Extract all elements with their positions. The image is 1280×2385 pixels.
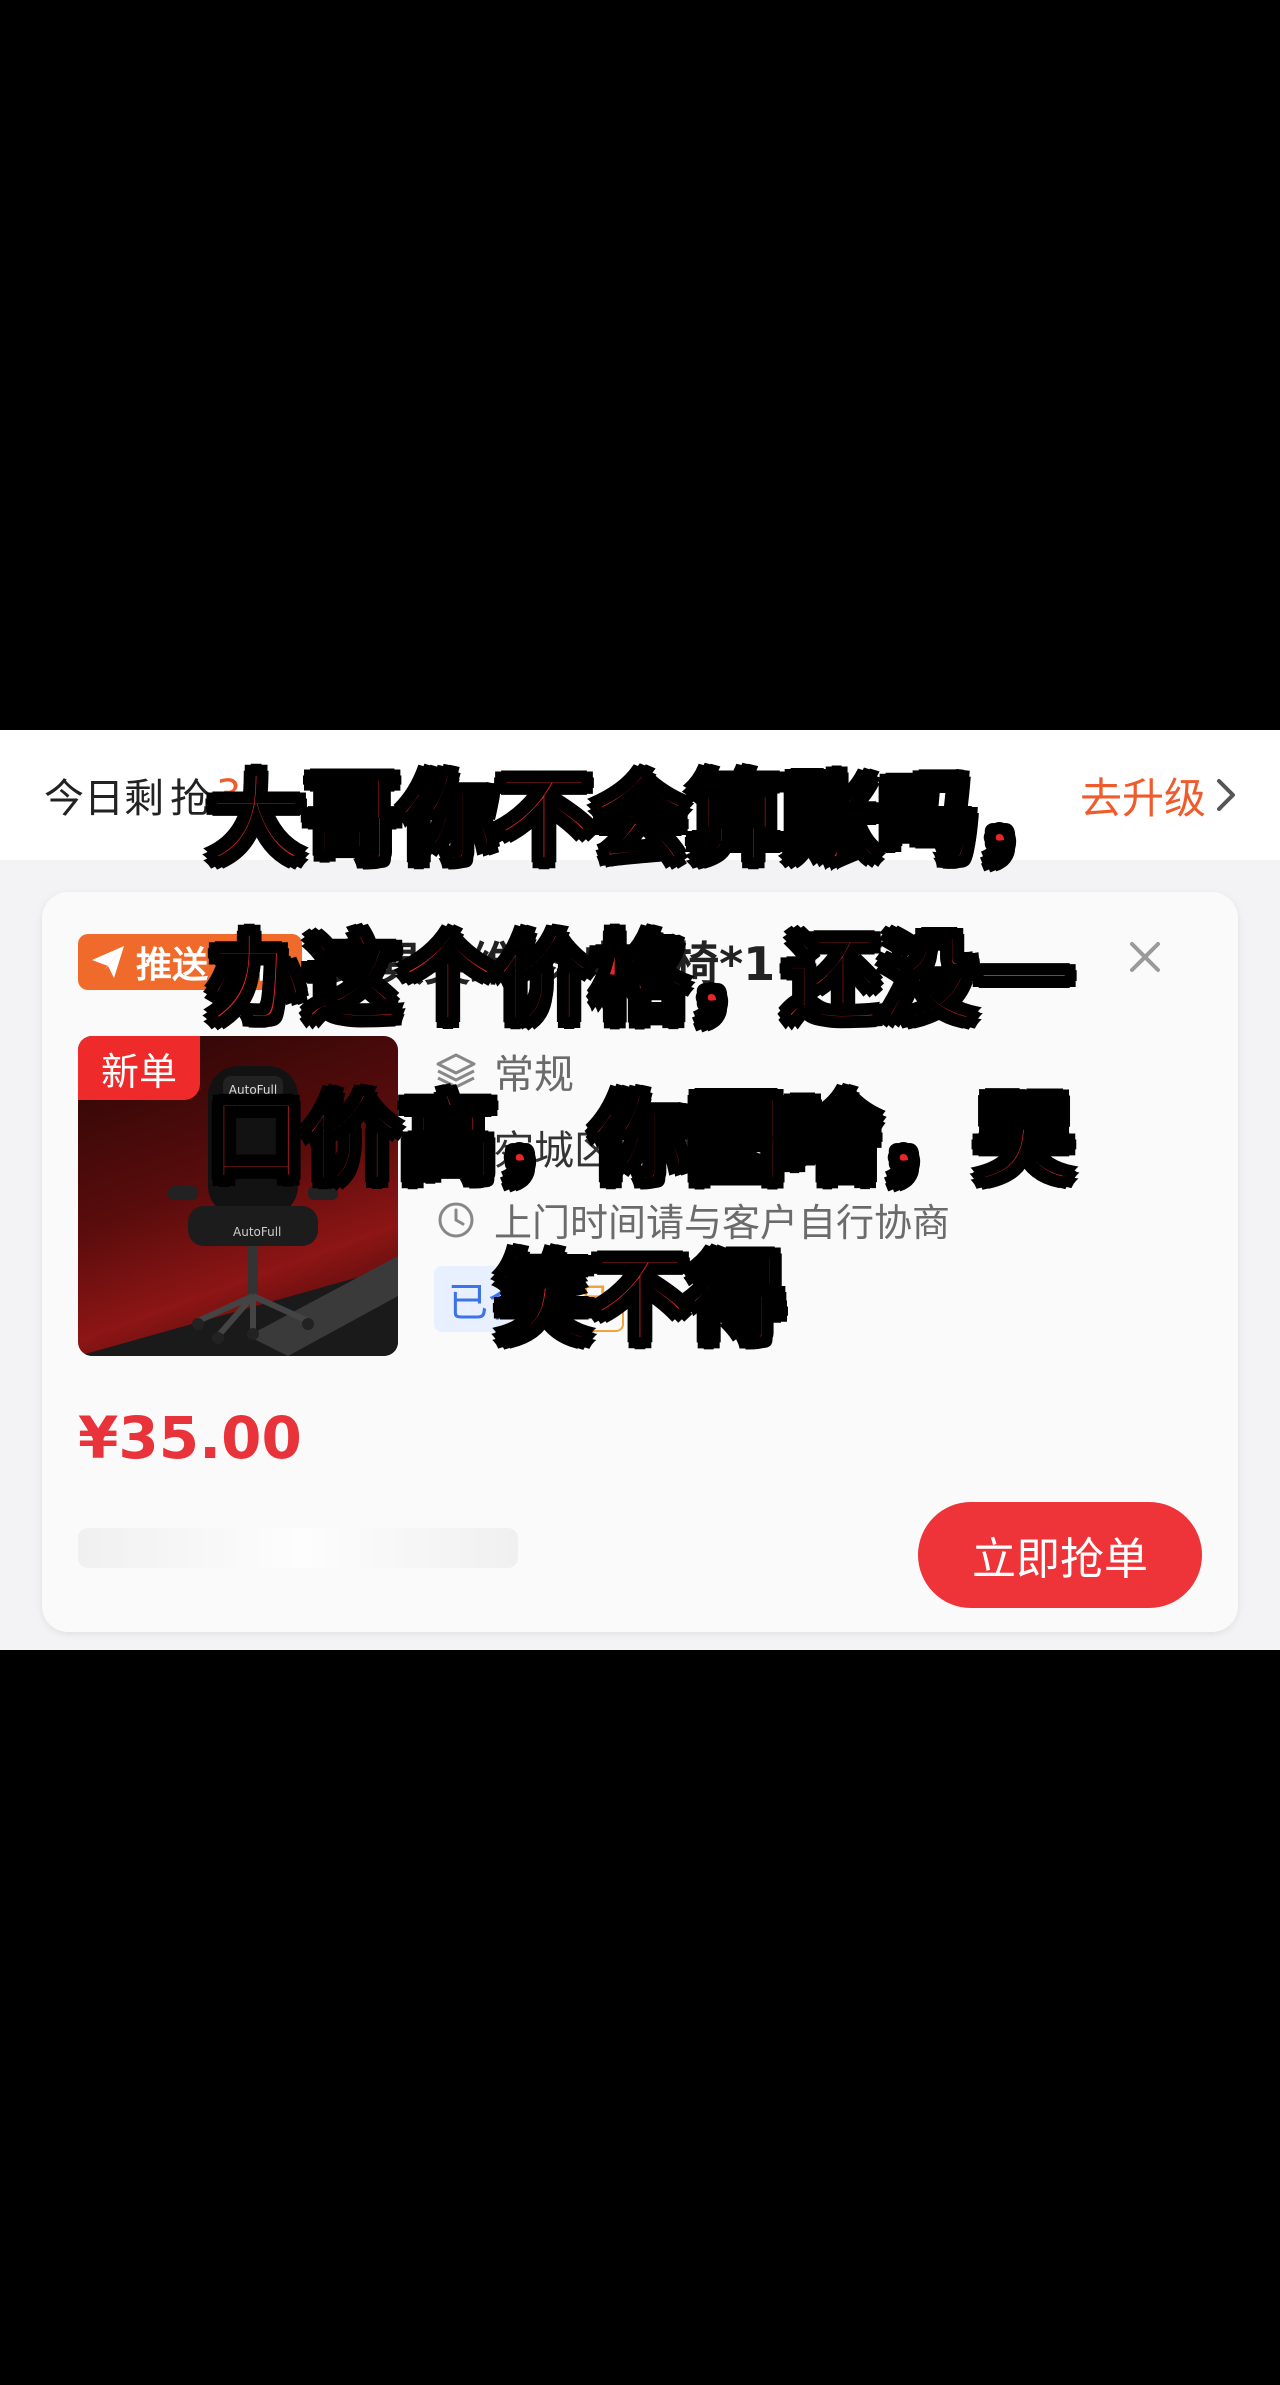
order-price: ¥35.00 xyxy=(78,1404,302,1472)
caption-line-1: 大哥你不会算账吗， xyxy=(206,762,1074,878)
caption-line-2: 办这个价格，还没一 xyxy=(206,922,1074,1038)
caption-line-4: 笑不得 xyxy=(494,1242,786,1358)
caption-overlay: 大哥你不会算账吗， 办这个价格，还没一 口价高，你图啥，哭 笑不得 xyxy=(0,740,1280,1380)
grab-order-button[interactable]: 立即抢单 xyxy=(918,1502,1202,1608)
blurred-info xyxy=(78,1528,518,1568)
top-letterbox xyxy=(0,0,1280,730)
bottom-letterbox xyxy=(0,1650,1280,2385)
caption-line-3: 口价高，你图啥，哭 xyxy=(206,1082,1074,1198)
